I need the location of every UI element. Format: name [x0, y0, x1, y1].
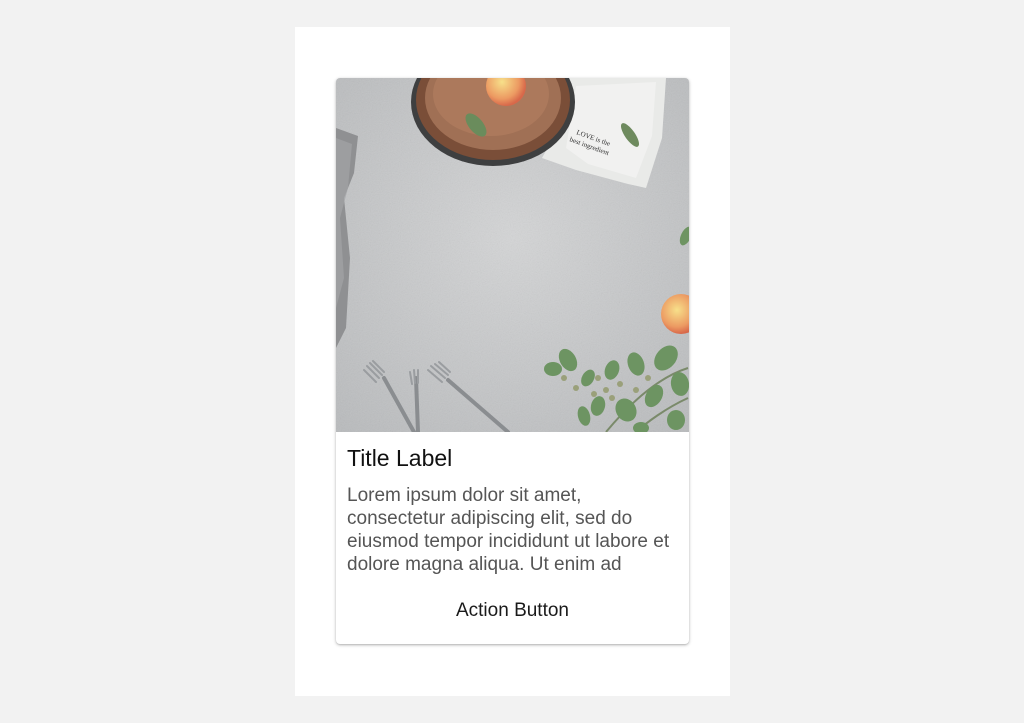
card-body-text: Lorem ipsum dolor sit amet, consectetur … [347, 485, 670, 575]
card: LOVE is the best ingredient Title Label … [336, 78, 689, 644]
card-media-image: LOVE is the best ingredient [336, 78, 689, 432]
food-table-photo-icon: LOVE is the best ingredient [336, 78, 689, 432]
content-panel: LOVE is the best ingredient Title Label … [295, 27, 730, 696]
card-title: Title Label [347, 445, 453, 471]
action-button[interactable]: Action Button [336, 590, 689, 632]
